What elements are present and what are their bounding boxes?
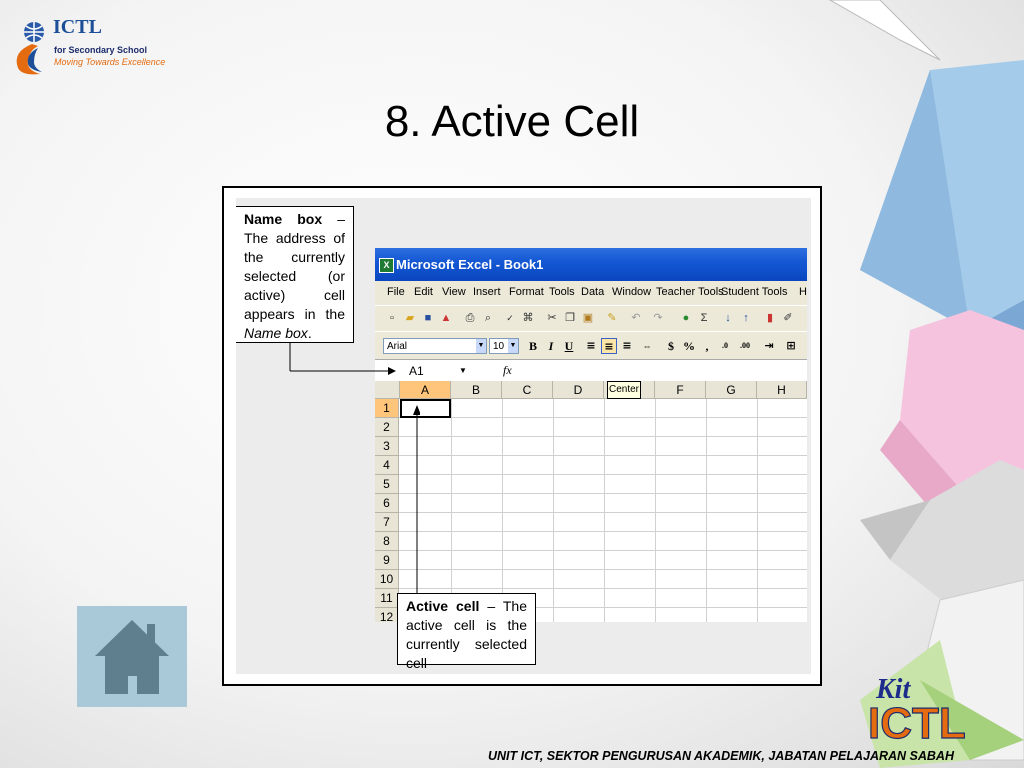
- font-size-value: 10: [493, 341, 505, 352]
- slide-title: 8. Active Cell: [384, 97, 640, 146]
- chart-wizard-icon[interactable]: ▮: [763, 311, 777, 325]
- font-size-select[interactable]: 10 ▼: [489, 338, 519, 354]
- align-right-icon[interactable]: ≡: [619, 338, 635, 354]
- currency-icon[interactable]: $: [663, 338, 679, 354]
- menu-edit[interactable]: Edit: [414, 286, 433, 298]
- callout-arrows: [289, 343, 420, 597]
- name-box-term-italic: Name box: [244, 325, 308, 341]
- autosum-icon[interactable]: Σ: [697, 311, 711, 325]
- ictl-logo: ICTL for Secondary School Moving Towards…: [10, 14, 170, 84]
- format-painter-icon[interactable]: ✎: [605, 311, 619, 325]
- logo-motto: Moving Towards Excellence: [54, 57, 166, 67]
- merge-center-icon[interactable]: ⇔: [639, 338, 655, 354]
- active-cell-term: Active cell: [406, 598, 480, 614]
- menu-view[interactable]: View: [442, 286, 466, 298]
- column-header[interactable]: H: [757, 381, 807, 399]
- excel-window: X Microsoft Excel - Book1 File Edit View…: [375, 248, 807, 622]
- grid-line: [399, 493, 807, 494]
- center-tooltip: Center: [607, 381, 641, 399]
- chevron-down-icon[interactable]: ▼: [508, 339, 518, 353]
- cut-icon[interactable]: ✂: [545, 311, 559, 325]
- sort-descending-icon[interactable]: ↑: [739, 311, 753, 325]
- row-header[interactable]: 12: [375, 608, 399, 622]
- column-header[interactable]: G: [706, 381, 757, 399]
- kit-ictl-logo: Kit ICTL: [867, 674, 966, 744]
- percent-icon[interactable]: %: [681, 338, 697, 354]
- align-left-icon[interactable]: ≡: [583, 338, 599, 354]
- excel-menu-bar: File Edit View Insert Format Tools Data …: [375, 281, 807, 305]
- menu-student-tools[interactable]: Student Tools: [721, 286, 787, 298]
- excel-app-icon: X: [379, 258, 394, 273]
- comma-style-icon[interactable]: ,: [699, 338, 715, 354]
- paste-icon[interactable]: ▣: [581, 311, 595, 325]
- home-icon: [95, 620, 169, 694]
- excel-title-bar: X Microsoft Excel - Book1: [375, 248, 807, 281]
- grid-line: [399, 474, 807, 475]
- home-button[interactable]: [77, 606, 187, 707]
- grid-line: [399, 550, 807, 551]
- underline-button[interactable]: U: [561, 338, 577, 354]
- menu-insert[interactable]: Insert: [473, 286, 501, 298]
- print-icon[interactable]: ⎙: [463, 311, 477, 325]
- logo-subtitle: for Secondary School: [54, 45, 148, 55]
- grid-line: [399, 588, 807, 589]
- permission-icon[interactable]: ▲: [439, 311, 453, 325]
- function-icon[interactable]: fx: [503, 363, 512, 378]
- ictl-label: ICTL: [868, 699, 966, 744]
- print-preview-icon[interactable]: ⌕: [481, 311, 495, 325]
- hyperlink-icon[interactable]: ●: [679, 311, 693, 325]
- globe-logo-icon: [16, 22, 44, 75]
- indent-icon[interactable]: ⇥: [761, 338, 777, 354]
- menu-help[interactable]: H: [799, 286, 807, 298]
- spelling-icon[interactable]: ✓: [503, 311, 517, 325]
- menu-teacher-tools[interactable]: Teacher Tools: [656, 286, 724, 298]
- footer-text: UNIT ICT, SEKTOR PENGURUSAN AKADEMIK, JA…: [488, 749, 954, 763]
- active-cell-callout: Active cell – The active cell is the cur…: [397, 593, 536, 671]
- name-box-callout: Name box – The address of the currently …: [236, 206, 354, 343]
- save-icon[interactable]: ■: [421, 311, 435, 325]
- redo-icon[interactable]: ↷: [651, 311, 665, 325]
- grid-line: [399, 569, 807, 570]
- chevron-down-icon[interactable]: ▼: [459, 363, 467, 379]
- align-center-icon[interactable]: ≡: [601, 338, 617, 354]
- formatting-toolbar: Arial ▼ 10 ▼ B I U ≡ ≡ ≡ ⇔ $ % , .0 .00 …: [375, 331, 807, 360]
- menu-data[interactable]: Data: [581, 286, 604, 298]
- grid-line: [399, 436, 807, 437]
- borders-icon[interactable]: ⊞: [783, 338, 799, 354]
- italic-button[interactable]: I: [543, 338, 559, 354]
- sort-ascending-icon[interactable]: ↓: [721, 311, 735, 325]
- undo-icon[interactable]: ↶: [629, 311, 643, 325]
- column-header[interactable]: B: [451, 381, 502, 399]
- column-header[interactable]: C: [502, 381, 553, 399]
- chevron-down-icon[interactable]: ▼: [476, 339, 486, 353]
- column-header[interactable]: D: [553, 381, 604, 399]
- grid-line: [399, 417, 807, 418]
- menu-window[interactable]: Window: [612, 286, 651, 298]
- formula-bar: A1 ▼ fx: [375, 359, 807, 382]
- grid-line: [399, 455, 807, 456]
- bold-button[interactable]: B: [525, 338, 541, 354]
- standard-toolbar: ▫ ▰ ■ ▲ ⎙ ⌕ ✓ ⌘ ✂ ❐ ▣ ✎ ↶ ↷ ● Σ ↓ ↑ ▮ ✐: [375, 305, 807, 332]
- decrease-decimal-icon[interactable]: .00: [737, 338, 753, 354]
- menu-tools[interactable]: Tools: [549, 286, 575, 298]
- worksheet-grid[interactable]: A B C D E F G H 1 2 3 4 5 6 7 8 9 10 11 …: [375, 381, 807, 622]
- increase-decimal-icon[interactable]: .0: [717, 338, 733, 354]
- grid-line: [399, 512, 807, 513]
- drawing-icon[interactable]: ✐: [781, 311, 795, 325]
- new-icon[interactable]: ▫: [385, 311, 399, 325]
- excel-window-title: Microsoft Excel - Book1: [396, 257, 544, 272]
- name-box-end: .: [307, 325, 312, 341]
- open-icon[interactable]: ▰: [403, 311, 417, 325]
- name-box-description: – The address of the currently selected …: [244, 211, 345, 322]
- name-box-term: Name box: [244, 211, 323, 227]
- logo-title: ICTL: [53, 16, 102, 38]
- grid-line: [399, 531, 807, 532]
- research-icon[interactable]: ⌘: [521, 311, 535, 325]
- menu-format[interactable]: Format: [509, 286, 544, 298]
- menu-file[interactable]: File: [387, 286, 405, 298]
- column-header[interactable]: F: [655, 381, 706, 399]
- copy-icon[interactable]: ❐: [563, 311, 577, 325]
